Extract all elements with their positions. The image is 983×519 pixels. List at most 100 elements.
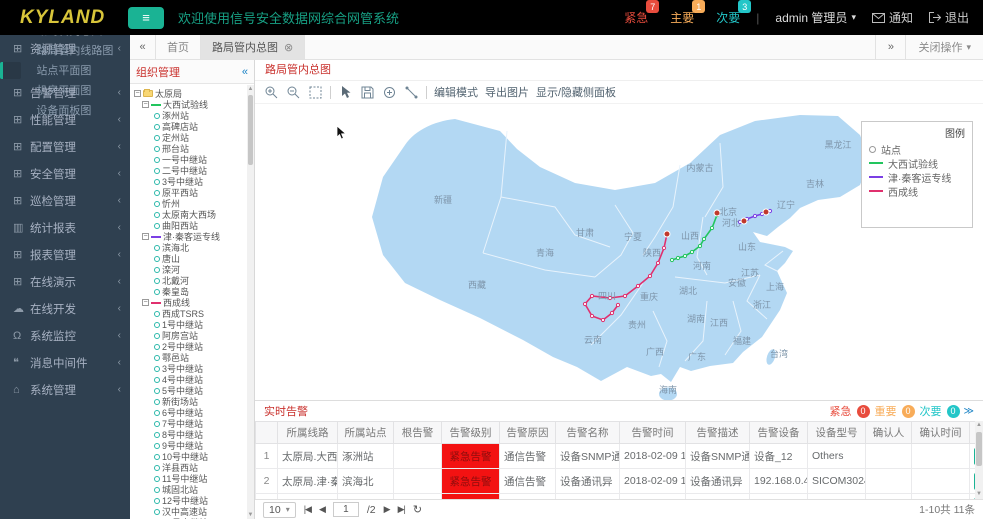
table-row[interactable]: 1太原局.大西涿洲站紧急告警通信告警设备SNMP通2018-02-09 1设备S… [256, 444, 976, 469]
scroll-down-icon[interactable]: ▼ [247, 511, 254, 519]
tab-close-icon[interactable]: ⊗ [284, 41, 293, 54]
station-dot[interactable] [590, 314, 593, 317]
add-line-icon[interactable] [404, 85, 419, 100]
column-header: 所属线路 [278, 422, 338, 444]
station-dot[interactable] [616, 303, 619, 306]
tabs-scroll-left-button[interactable]: « [130, 35, 156, 59]
alert-counter[interactable]: 紧急7 [624, 9, 648, 26]
first-page-button[interactable]: |◀ [304, 504, 311, 515]
edit-mode-button[interactable]: 编辑模式 [434, 84, 478, 100]
sidebar-subitem[interactable]: 路局管内线路图 [0, 41, 113, 61]
refresh-icon[interactable]: ↻ [413, 503, 422, 516]
tree-node-line[interactable]: −津·秦客运专线 [142, 231, 247, 242]
station-icon [154, 190, 160, 196]
station-dot[interactable] [676, 256, 679, 259]
map-marker-icon[interactable] [741, 218, 747, 224]
map-marker-icon[interactable] [763, 209, 769, 215]
tab-current[interactable]: 路局管内总图 ⊗ [201, 35, 305, 59]
alert-counter[interactable]: 主要1 [670, 9, 694, 26]
count-label: 重要 [875, 403, 897, 419]
station-dot[interactable] [683, 254, 686, 257]
tab-bar-right: » 关闭操作 ▾ [875, 35, 983, 59]
map-marker-icon[interactable] [664, 231, 670, 237]
collapse-node-icon[interactable]: − [142, 299, 149, 306]
station-dot[interactable] [690, 250, 693, 253]
station-dot[interactable] [656, 261, 659, 264]
notifications-button[interactable]: 通知 [872, 9, 913, 26]
collapse-alarm-panel-icon[interactable]: ≫ [964, 406, 974, 417]
save-icon[interactable] [360, 85, 375, 100]
last-page-button[interactable]: ▶| [398, 504, 405, 515]
station-dot[interactable] [601, 318, 604, 321]
fit-view-icon[interactable] [308, 85, 323, 100]
sidebar-item[interactable]: ⊞巡检管理‹ [0, 187, 130, 214]
station-dot[interactable] [590, 294, 593, 297]
station-dot[interactable] [623, 294, 626, 297]
sidebar-item[interactable]: ❝消息中间件‹ [0, 349, 130, 376]
collapse-node-icon[interactable]: − [142, 101, 149, 108]
table-row[interactable]: 2太原局.津·秦滨海北紧急告警通信告警设备通讯异2018-02-09 1设备通讯… [256, 469, 976, 494]
sidebar-item[interactable]: ⊞安全管理‹ [0, 160, 130, 187]
logout-button[interactable]: 退出 [929, 9, 969, 26]
station-icon [154, 344, 160, 350]
table-scrollbar[interactable]: ▲ ▼ [975, 421, 983, 499]
prev-page-button[interactable]: ◀ [319, 504, 325, 515]
scroll-up-icon[interactable]: ▲ [975, 421, 983, 430]
table-cell: 设备通讯异 [686, 469, 750, 494]
tree-node-line[interactable]: −大西试验线 [142, 99, 247, 110]
sidebar-item[interactable]: ⊞报表管理‹ [0, 241, 130, 268]
station-dot[interactable] [636, 284, 639, 287]
scroll-down-icon[interactable]: ▼ [975, 490, 983, 499]
page-size-select[interactable]: 10 ▾ [263, 502, 296, 518]
alert-counter[interactable]: 次要3 [716, 9, 740, 26]
station-dot[interactable] [583, 302, 586, 305]
station-dot[interactable] [670, 258, 673, 261]
station-dot[interactable] [698, 244, 701, 247]
collapse-node-icon[interactable]: − [142, 233, 149, 240]
station-dot[interactable] [648, 274, 651, 277]
scroll-up-icon[interactable]: ▲ [247, 85, 254, 93]
province-label: 黑龙江 [824, 139, 851, 150]
zoom-out-icon[interactable] [286, 85, 301, 100]
tree-scrollbar[interactable]: ▲ ▼ [247, 85, 254, 519]
sidebar-item[interactable]: ☁在线开发‹ [0, 295, 130, 322]
user-menu[interactable]: admin 管理员 ▾ [775, 9, 856, 26]
zoom-in-icon[interactable] [264, 85, 279, 100]
add-station-icon[interactable] [382, 85, 397, 100]
sidebar-item[interactable]: ▥统计报表‹ [0, 214, 130, 241]
station-dot[interactable] [662, 246, 665, 249]
legend-item: 西成线 [869, 184, 965, 198]
station-dot[interactable] [702, 237, 705, 240]
collapse-panel-icon[interactable]: « [242, 66, 248, 78]
station-dot[interactable] [753, 214, 756, 217]
tabs-scroll-right-button[interactable]: » [875, 35, 905, 59]
collapse-node-icon[interactable]: − [134, 90, 141, 97]
export-image-button[interactable]: 导出图片 [485, 84, 529, 100]
station-icon [154, 256, 160, 262]
scrollbar-thumb[interactable] [976, 432, 982, 466]
map-canvas[interactable]: 新疆西藏青海甘肃内蒙古黑龙江吉林辽宁北京河北山西宁夏陕西山东河南江苏安徽上海湖北… [255, 105, 983, 400]
toggle-side-panel-button[interactable]: 显示/隐藏侧面板 [536, 84, 616, 100]
sidebar-item[interactable]: ⊞配置管理‹ [0, 133, 130, 160]
top-bar: KYLAND ≡ 欢迎使用信号安全数据网综合网管系统 紧急7主要1次要3 | a… [0, 0, 983, 35]
sidebar-subitem[interactable]: 站点平面图 [0, 61, 113, 81]
alarm-panel-title: 实时告警 [264, 403, 308, 419]
sidebar-item[interactable]: ⊞在线演示‹ [0, 268, 130, 295]
station-dot[interactable] [610, 311, 613, 314]
sidebar-item[interactable]: ⌂系统管理‹ [0, 376, 130, 403]
tab-home[interactable]: 首页 [156, 35, 201, 59]
select-cursor-icon[interactable] [338, 85, 353, 100]
close-operations-dropdown[interactable]: 关闭操作 ▾ [905, 35, 983, 59]
page-number-input[interactable] [333, 502, 359, 517]
sidebar-group: ⌂系统管理‹ [0, 376, 130, 403]
hamburger-menu-button[interactable]: ≡ [128, 7, 164, 29]
line-swatch [869, 176, 883, 178]
next-page-button[interactable]: ▶ [384, 504, 390, 515]
scrollbar-thumb[interactable] [248, 95, 253, 165]
sidebar-item[interactable]: Ω系统监控‹ [0, 322, 130, 349]
chevron-left-icon: ‹ [118, 168, 121, 179]
province-label: 湖南 [687, 313, 705, 324]
alert-badge: 3 [738, 0, 751, 13]
station-dot[interactable] [710, 226, 713, 229]
province-label: 河南 [693, 260, 711, 271]
